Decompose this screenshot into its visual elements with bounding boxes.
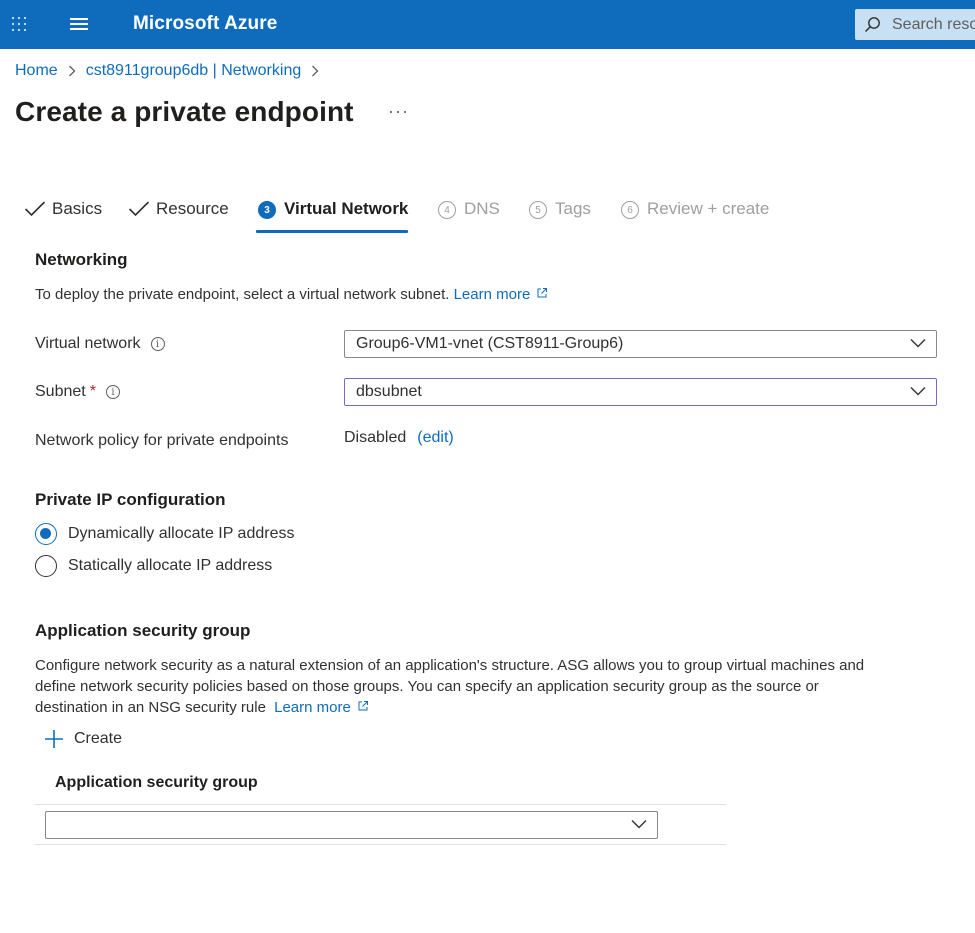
asg-dropdown[interactable] xyxy=(45,811,658,839)
plus-icon xyxy=(45,730,63,748)
tab-label: Virtual Network xyxy=(284,199,409,218)
required-marker: * xyxy=(89,383,96,400)
radio-static-ip[interactable] xyxy=(35,555,57,577)
asg-description-line: Configure network security as a natural … xyxy=(35,657,865,674)
vnet-value: Group6-VM1-vnet (CST8911-Group6) xyxy=(356,335,624,352)
network-policy-value: Disabled xyxy=(344,429,407,446)
hamburger-menu-icon[interactable] xyxy=(70,18,88,31)
search-placeholder: Search reso xyxy=(892,16,975,33)
edit-policy-link[interactable]: (edit) xyxy=(417,429,453,447)
tab-label: Basics xyxy=(52,199,103,218)
networking-description-text: To deploy the private endpoint, select a… xyxy=(35,286,450,303)
asg-description-line: destination in an NSG security rule Lear… xyxy=(35,697,965,718)
create-label: Create xyxy=(74,730,123,747)
tab-label: Resource xyxy=(156,199,229,218)
tab-label: Tags xyxy=(555,199,591,218)
info-icon[interactable]: i xyxy=(150,337,165,351)
checkmark-icon xyxy=(128,201,150,217)
tab-resource[interactable]: Resource xyxy=(128,199,229,229)
tab-label: Review + create xyxy=(647,199,770,218)
app-launcher-icon[interactable] xyxy=(12,17,26,31)
search-icon xyxy=(864,17,880,33)
create-asg-button[interactable]: Create xyxy=(44,729,122,749)
networking-heading: Networking xyxy=(35,250,128,269)
info-icon[interactable]: i xyxy=(105,385,120,399)
chevron-down-icon xyxy=(631,820,647,829)
networking-description: To deploy the private endpoint, select a… xyxy=(35,284,548,305)
chevron-down-icon xyxy=(910,387,926,396)
search-input[interactable]: Search reso xyxy=(855,9,975,40)
external-link-icon xyxy=(358,701,369,711)
subnet-dropdown[interactable]: dbsubnet xyxy=(344,378,937,406)
step-number-badge: 4 xyxy=(438,201,456,219)
page-title: Create a private endpoint xyxy=(15,96,354,127)
active-tab-indicator xyxy=(256,230,408,233)
breadcrumb-home[interactable]: Home xyxy=(15,62,58,80)
more-options-button[interactable]: ··· xyxy=(388,101,409,122)
tab-label: DNS xyxy=(464,199,500,218)
subnet-label-text: Subnet xyxy=(35,383,86,400)
tab-basics[interactable]: Basics xyxy=(24,199,102,229)
asg-description: Configure network security as a natural … xyxy=(35,655,965,718)
subnet-value: dbsubnet xyxy=(356,383,422,400)
asg-column-header: Application security group xyxy=(55,774,258,791)
table-divider xyxy=(35,804,726,805)
chevron-right-icon xyxy=(312,65,319,77)
step-number-badge: 5 xyxy=(529,201,547,219)
chevron-down-icon xyxy=(910,339,926,348)
asg-description-text: destination in an NSG security rule xyxy=(35,699,266,716)
dynamic-ip-label[interactable]: Dynamically allocate IP address xyxy=(68,525,294,543)
private-ip-heading: Private IP configuration xyxy=(35,490,226,509)
brand-title[interactable]: Microsoft Azure xyxy=(133,13,277,35)
breadcrumb-networking[interactable]: cst8911group6db | Networking xyxy=(86,62,302,80)
tab-review-create[interactable]: 6 Review + create xyxy=(621,199,769,229)
chevron-right-icon xyxy=(68,65,76,77)
top-bar: Microsoft Azure Search reso xyxy=(0,0,975,49)
tab-virtual-network[interactable]: 3 Virtual Network xyxy=(258,199,408,229)
tab-dns[interactable]: 4 DNS xyxy=(438,199,500,229)
tab-tags[interactable]: 5 Tags xyxy=(529,199,591,229)
external-link-icon xyxy=(537,288,548,298)
step-number-badge: 3 xyxy=(258,201,276,219)
radio-dynamic-ip[interactable] xyxy=(35,523,57,545)
virtual-network-dropdown[interactable]: Group6-VM1-vnet (CST8911-Group6) xyxy=(344,330,937,358)
network-policy-label: Network policy for private endpoints xyxy=(35,432,289,449)
static-ip-label[interactable]: Statically allocate IP address xyxy=(68,557,272,575)
step-number-badge: 6 xyxy=(621,201,639,219)
learn-more-text: Learn more xyxy=(274,699,351,716)
subnet-label: Subnet * i xyxy=(35,383,120,401)
breadcrumb: Home cst8911group6db | Networking xyxy=(15,62,329,80)
learn-more-link[interactable]: Learn more xyxy=(454,286,549,303)
asg-heading: Application security group xyxy=(35,621,251,640)
asg-description-line: define network security policies based o… xyxy=(35,678,819,695)
learn-more-text: Learn more xyxy=(453,286,531,303)
vnet-label-text: Virtual network xyxy=(35,335,141,352)
asg-learn-more-link[interactable]: Learn more xyxy=(274,699,369,716)
network-policy-value-group: Disabled (edit) xyxy=(344,429,454,447)
vnet-label: Virtual network i xyxy=(35,335,165,353)
table-divider xyxy=(35,844,726,845)
checkmark-icon xyxy=(24,201,46,217)
